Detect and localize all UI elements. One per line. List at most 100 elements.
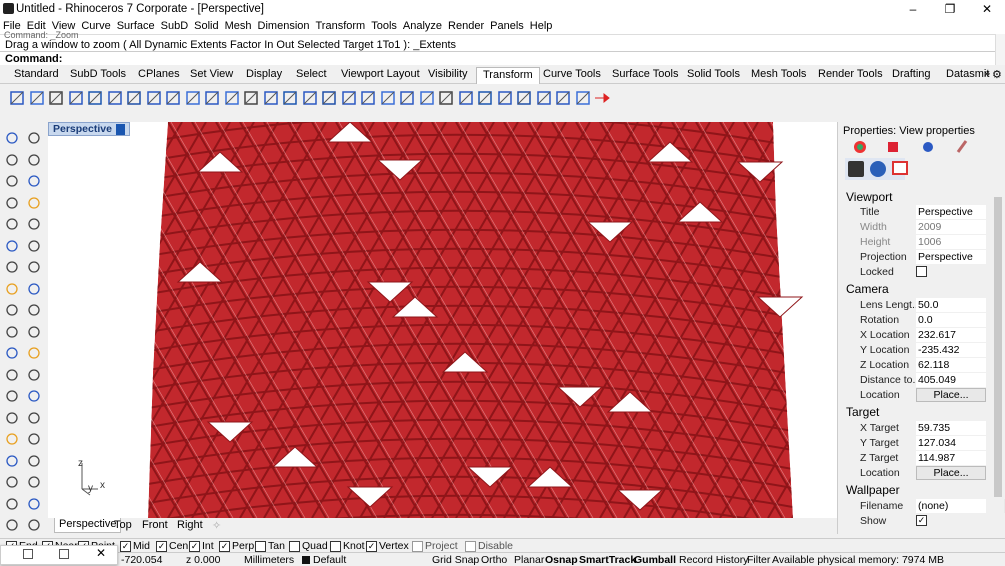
osnap-mid[interactable]: ✓ Mid (120, 540, 150, 552)
check-icon[interactable] (26, 453, 42, 469)
panel-scrollbar[interactable] (992, 185, 1004, 530)
box-icon[interactable] (4, 259, 20, 275)
boolean-icon[interactable] (26, 259, 42, 275)
array-crv-icon[interactable] (515, 89, 533, 107)
circle-icon[interactable] (26, 152, 42, 168)
array-polar-icon[interactable] (164, 89, 182, 107)
smarttrack-toggle[interactable]: SmartTrack (579, 554, 636, 566)
hatch-icon[interactable] (4, 431, 20, 447)
menu-dimension[interactable]: Dimension (255, 20, 313, 32)
scale-1d-icon[interactable] (86, 89, 104, 107)
command-line[interactable]: Command: (0, 51, 995, 65)
surface-icon[interactable] (4, 238, 20, 254)
prop-xloc-field[interactable]: 232.617 (916, 328, 986, 342)
prop-projection-select[interactable]: Perspective (916, 250, 986, 264)
add-viewport-tab-icon[interactable]: ✧ (212, 519, 221, 532)
flow-surface-icon[interactable] (359, 89, 377, 107)
smooth-icon[interactable] (281, 89, 299, 107)
restore-icon[interactable] (23, 549, 33, 559)
osnap-mid-checkbox[interactable]: ✓ (120, 540, 131, 552)
osnap-vertex-checkbox[interactable]: ✓ (366, 540, 377, 552)
gumball-icon[interactable] (496, 89, 514, 107)
tool-icon[interactable] (4, 496, 20, 512)
polyline-icon[interactable] (4, 152, 20, 168)
prop-zloc-field[interactable]: 62.118 (916, 358, 986, 372)
menu-curve[interactable]: Curve (78, 20, 113, 32)
rotate-icon[interactable] (47, 89, 65, 107)
array-curve-icon[interactable] (418, 89, 436, 107)
menu-mesh[interactable]: Mesh (222, 20, 255, 32)
maximize-icon[interactable] (59, 549, 69, 559)
twist-icon[interactable] (203, 89, 221, 107)
array-icon[interactable] (145, 89, 163, 107)
prop-ytarget-field[interactable]: 127.034 (916, 436, 986, 450)
menu-solid[interactable]: Solid (191, 20, 221, 32)
panel-scroll-thumb[interactable] (994, 197, 1002, 497)
viewport-dropdown-icon[interactable] (115, 123, 125, 135)
filter-toggle[interactable]: Filter (747, 554, 770, 566)
flow-icon[interactable] (262, 89, 280, 107)
tool-icon[interactable] (26, 496, 42, 512)
tab-drafting[interactable]: Drafting (892, 68, 931, 80)
prop-distance-field[interactable]: 405.049 (916, 373, 986, 387)
osnap-tan-checkbox[interactable] (255, 540, 266, 552)
mirror-icon[interactable] (125, 89, 143, 107)
status-layer[interactable]: Default (313, 554, 346, 566)
render-icon[interactable] (923, 142, 933, 152)
transform-extra-icon[interactable] (535, 89, 553, 107)
camera-place-button[interactable]: Place... (916, 388, 986, 402)
clipping-icon[interactable] (26, 474, 42, 490)
text-icon[interactable] (4, 410, 20, 426)
osnap-int[interactable]: ✓ Int (189, 540, 214, 552)
menu-help[interactable]: Help (527, 20, 556, 32)
menu-analyze[interactable]: Analyze (400, 20, 445, 32)
project-icon[interactable] (301, 89, 319, 107)
align-icon[interactable] (184, 89, 202, 107)
prop-filename-field[interactable]: (none) (916, 499, 986, 513)
osnap-perp[interactable]: ✓ Perp (219, 540, 254, 552)
osnap-quad[interactable]: Quad (289, 540, 328, 552)
cage-icon[interactable] (340, 89, 358, 107)
tab-transform[interactable]: Transform (476, 67, 540, 85)
tab-subd-tools[interactable]: SubD Tools (70, 68, 126, 80)
edit-points-icon[interactable] (4, 324, 20, 340)
viewport-tab-top[interactable]: Top (114, 519, 132, 531)
status-units[interactable]: Millimeters (244, 554, 294, 566)
splop-icon[interactable] (379, 89, 397, 107)
gumball-toggle[interactable]: Gumball (634, 554, 676, 566)
tab-datasmit[interactable]: Datasmit (946, 68, 989, 80)
planar-toggle[interactable]: Planar (514, 554, 544, 566)
fillet-edge-icon[interactable] (26, 388, 42, 404)
freeform-icon[interactable] (26, 216, 42, 232)
prop-yloc-field[interactable]: -235.432 (916, 343, 986, 357)
prop-xtarget-field[interactable]: 59.735 (916, 421, 986, 435)
tab-select[interactable]: Select (296, 68, 327, 80)
viewport-title-tab[interactable]: Perspective (48, 122, 130, 136)
copy-icon[interactable] (28, 89, 46, 107)
menu-tools[interactable]: Tools (368, 20, 400, 32)
trim-icon[interactable] (26, 345, 42, 361)
maximize-button[interactable]: ❐ (935, 0, 965, 18)
record-history-toggle[interactable]: Record History (679, 554, 748, 566)
prop-ztarget-field[interactable]: 114.987 (916, 451, 986, 465)
prop-rotation-field[interactable]: 0.0 (916, 313, 986, 327)
set-points-icon[interactable] (457, 89, 475, 107)
tab-viewport-layout[interactable]: Viewport Layout (341, 68, 420, 80)
osnap-vertex[interactable]: ✓ Vertex (366, 540, 409, 552)
color-wheel-icon[interactable] (854, 141, 866, 153)
menu-transform[interactable]: Transform (313, 20, 369, 32)
viewport-tab-perspective[interactable]: Perspective (54, 518, 122, 533)
osnap-cen[interactable]: ✓ Cen (156, 540, 188, 552)
extrude-icon[interactable] (26, 238, 42, 254)
tab-standard[interactable]: Standard (14, 68, 59, 80)
minimize-button[interactable]: – (898, 0, 928, 18)
array-surface-icon[interactable] (437, 89, 455, 107)
array-box-icon[interactable] (574, 89, 592, 107)
mesh-icon[interactable] (4, 302, 20, 318)
material-icon[interactable] (888, 142, 898, 152)
tab-set-view[interactable]: Set View (190, 68, 233, 80)
group-icon[interactable] (26, 367, 42, 383)
viewport-icon[interactable] (892, 161, 908, 175)
solid-icon[interactable] (26, 302, 42, 318)
tab-visibility[interactable]: Visibility (428, 68, 468, 80)
